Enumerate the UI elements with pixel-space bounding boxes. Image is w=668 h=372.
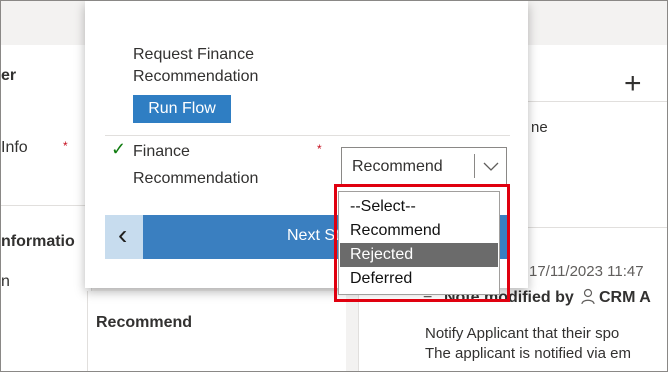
center-form-panel: Recommend: [87, 291, 346, 371]
app-frame: er Info * nformatio n Recommend + ne 17/…: [0, 0, 668, 372]
select-value: Recommend: [352, 158, 443, 175]
add-icon[interactable]: +: [624, 67, 642, 101]
note-line-2: The applicant is notified via em: [425, 345, 631, 362]
run-flow-button[interactable]: Run Flow: [133, 95, 231, 123]
left-form-panel: er Info * nformatio n: [1, 45, 92, 371]
field-label-line-2: Recommendation: [133, 170, 259, 187]
left-bottom-label: n: [1, 273, 10, 290]
person-icon: [581, 288, 595, 306]
chevron-left-icon: ‹: [118, 219, 128, 250]
finance-recommendation-select[interactable]: Recommend: [341, 147, 507, 185]
chevron-down-icon[interactable]: [482, 157, 500, 180]
left-section-title: nformatio: [1, 233, 75, 250]
divider: [509, 227, 667, 228]
field-value: Recommend: [96, 314, 193, 331]
option-select[interactable]: --Select--: [340, 195, 498, 219]
timeline-date: 17/11/2023 11:47: [529, 263, 644, 280]
note-line-1: Notify Applicant that their spo: [425, 325, 620, 342]
left-info-label: Info: [1, 139, 28, 156]
select-separator: [474, 154, 475, 178]
note-author[interactable]: CRM A: [599, 289, 651, 307]
option-rejected[interactable]: Rejected: [340, 243, 498, 267]
left-header-fragment: er: [1, 67, 17, 84]
required-marker: *: [63, 139, 68, 153]
request-label-line-1: Request Finance: [133, 46, 254, 63]
name-column-fragment: ne: [531, 119, 548, 136]
required-marker: *: [317, 142, 322, 156]
option-deferred[interactable]: Deferred: [340, 267, 498, 291]
previous-stage-button[interactable]: ‹: [105, 215, 143, 259]
divider: [105, 135, 510, 136]
dropdown-options-list: --Select-- Recommend Rejected Deferred: [338, 191, 500, 295]
divider: [1, 205, 91, 206]
check-icon: ✓: [111, 139, 127, 159]
request-label-line-2: Recommendation: [133, 68, 259, 85]
field-label-line-1: Finance: [133, 143, 190, 160]
option-recommend[interactable]: Recommend: [340, 219, 498, 243]
